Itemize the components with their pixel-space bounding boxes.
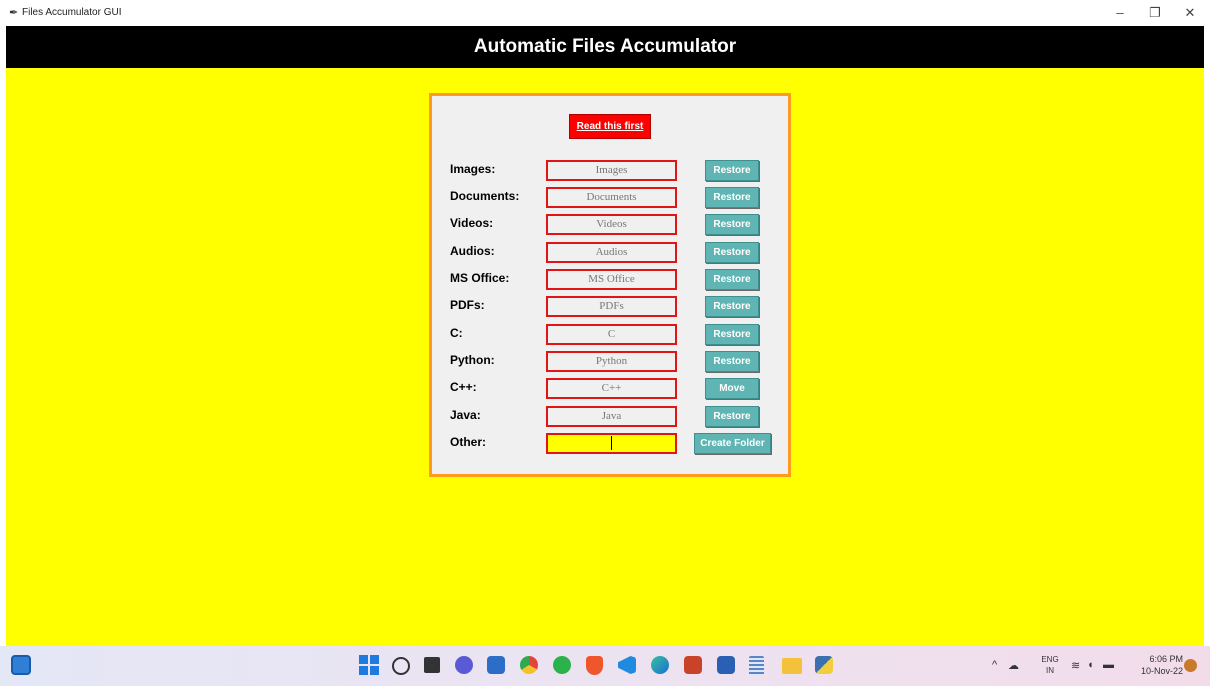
minimize-button[interactable]: – <box>1110 5 1130 20</box>
row-audios: Audios: Audios Restore <box>432 242 788 264</box>
read-this-first-button[interactable]: Read this first <box>569 114 651 139</box>
row-videos: Videos: Videos Restore <box>432 214 788 236</box>
powerpoint-icon[interactable] <box>684 656 702 674</box>
chrome-icon[interactable] <box>520 656 538 674</box>
videos-folder-input[interactable]: Videos <box>546 214 677 235</box>
restore-c-button[interactable]: Restore <box>705 324 759 345</box>
row-cpp: C++: C++ Move <box>432 378 788 400</box>
search-icon[interactable] <box>392 657 410 675</box>
create-folder-button[interactable]: Create Folder <box>694 433 771 454</box>
text-caret <box>611 436 612 451</box>
widgets-icon[interactable] <box>11 655 31 675</box>
start-icon[interactable] <box>359 655 379 675</box>
store-icon[interactable] <box>487 656 505 674</box>
edge-icon[interactable] <box>651 656 669 674</box>
pdfs-folder-input[interactable]: PDFs <box>546 296 677 317</box>
row-pdfs: PDFs: PDFs Restore <box>432 296 788 318</box>
notepad-icon[interactable] <box>749 656 764 675</box>
word-icon[interactable] <box>717 656 735 674</box>
row-documents: Documents: Documents Restore <box>432 187 788 209</box>
move-cpp-button[interactable]: Move <box>705 378 759 399</box>
restore-images-button[interactable]: Restore <box>705 160 759 181</box>
row-other: Other: Create Folder <box>432 433 788 455</box>
row-python: Python: Python Restore <box>432 351 788 373</box>
restore-pdfs-button[interactable]: Restore <box>705 296 759 317</box>
clock[interactable]: 6:06 PM 10-Nov-22 <box>1131 653 1183 677</box>
row-label: Documents: <box>450 189 520 203</box>
language-label: ENG <box>1041 655 1059 664</box>
maximize-button[interactable]: ❐ <box>1145 5 1165 21</box>
notification-icon[interactable] <box>1184 659 1197 672</box>
restore-videos-button[interactable]: Restore <box>705 214 759 235</box>
python-idle-icon[interactable] <box>815 656 833 674</box>
audios-folder-input[interactable]: Audios <box>546 242 677 263</box>
row-java: Java: Java Restore <box>432 406 788 428</box>
vscode-icon[interactable] <box>618 656 636 674</box>
chevron-up-icon[interactable]: ^ <box>992 659 997 671</box>
close-button[interactable]: ✕ <box>1180 5 1200 21</box>
battery-icon[interactable]: ▬ <box>1103 659 1114 671</box>
ms-office-folder-input[interactable]: MS Office <box>546 269 677 290</box>
file-explorer-icon[interactable] <box>782 658 802 674</box>
row-c: C: C Restore <box>432 324 788 346</box>
restore-documents-button[interactable]: Restore <box>705 187 759 208</box>
row-label: PDFs: <box>450 298 485 312</box>
whatsapp-icon[interactable] <box>553 656 571 674</box>
settings-panel: Read this first Images: Images Restore D… <box>429 93 791 477</box>
brave-icon[interactable] <box>586 656 603 675</box>
row-label: C: <box>450 326 463 340</box>
c-folder-input[interactable]: C <box>546 324 677 345</box>
cloud-icon[interactable]: ☁ <box>1008 659 1019 672</box>
row-label: Other: <box>450 435 486 449</box>
window-title-bar: ✒ Files Accumulator GUI – ❐ ✕ <box>0 0 1210 26</box>
python-folder-input[interactable]: Python <box>546 351 677 372</box>
app-window: Automatic Files Accumulator Read this fi… <box>6 26 1204 646</box>
chat-icon[interactable] <box>455 656 473 674</box>
wifi-icon[interactable]: ≋ <box>1071 659 1080 672</box>
row-label: Audios: <box>450 244 495 258</box>
feather-icon: ✒ <box>9 7 19 19</box>
cpp-folder-input[interactable]: C++ <box>546 378 677 399</box>
row-label: MS Office: <box>450 271 510 285</box>
language-indicator[interactable]: ENG IN <box>1038 654 1062 676</box>
row-label: Python: <box>450 353 495 367</box>
row-label: Java: <box>450 408 481 422</box>
restore-python-button[interactable]: Restore <box>705 351 759 372</box>
images-folder-input[interactable]: Images <box>546 160 677 181</box>
other-folder-input[interactable] <box>546 433 677 454</box>
restore-java-button[interactable]: Restore <box>705 406 759 427</box>
task-view-icon[interactable] <box>424 657 440 673</box>
clock-date: 10-Nov-22 <box>1140 666 1183 676</box>
row-images: Images: Images Restore <box>432 160 788 182</box>
row-label: Images: <box>450 162 496 176</box>
documents-folder-input[interactable]: Documents <box>546 187 677 208</box>
volume-icon[interactable]: ◖ <box>1087 659 1094 671</box>
region-label: IN <box>1046 666 1054 675</box>
clock-time: 6:06 PM <box>1149 654 1183 664</box>
row-label: Videos: <box>450 216 494 230</box>
restore-ms-office-button[interactable]: Restore <box>705 269 759 290</box>
row-label: C++: <box>450 380 477 394</box>
window-title: Files Accumulator GUI <box>22 7 122 18</box>
java-folder-input[interactable]: Java <box>546 406 677 427</box>
taskbar: ^ ☁ ENG IN ≋ ◖ ▬ 6:06 PM 10-Nov-22 <box>0 646 1210 686</box>
app-heading: Automatic Files Accumulator <box>6 26 1204 68</box>
restore-audios-button[interactable]: Restore <box>705 242 759 263</box>
row-ms-office: MS Office: MS Office Restore <box>432 269 788 291</box>
